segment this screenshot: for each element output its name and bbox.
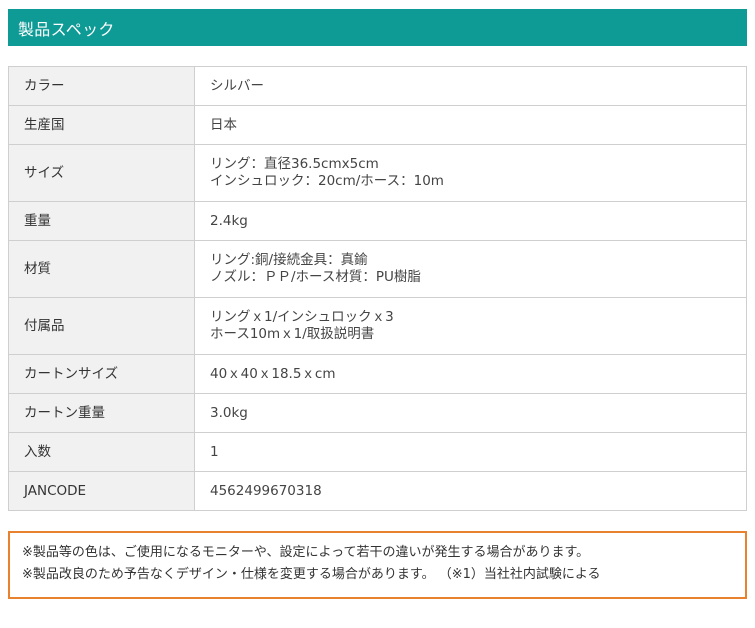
notice-line: ※製品等の色は、ご使用になるモニターや、設定によって若干の違いが発生する場合があ…	[22, 545, 590, 560]
table-row: カラー シルバー	[8, 66, 747, 106]
spec-value-line: ノズル：ＰＰ/ホース材質：PU樹脂	[210, 269, 421, 285]
spec-value-line: 4562499670318	[210, 482, 322, 499]
spec-value-line: リングｘ1/インシュロックｘ3	[210, 309, 394, 325]
spec-value: 1	[194, 432, 747, 472]
spec-label: JANCODE	[8, 471, 195, 511]
spec-label: 材質	[8, 240, 195, 298]
notice-line: ※製品改良のため予告なくデザイン・仕様を変更する場合があります。 （※1）当社社…	[22, 567, 601, 582]
spec-label: 入数	[8, 432, 195, 472]
spec-value-line: リング：直径36.5cmx5cm	[210, 156, 379, 172]
spec-value-line: 2.4kg	[210, 212, 248, 229]
spec-value-line: 3.0kg	[210, 404, 248, 421]
spec-value: 40ｘ40ｘ18.5ｘcm	[194, 354, 747, 394]
spec-value: 日本	[194, 105, 747, 145]
spec-value-line: シルバー	[210, 77, 264, 94]
table-row: 入数 1	[8, 432, 747, 472]
spec-label: カラー	[8, 66, 195, 106]
table-row: 重量 2.4kg	[8, 201, 747, 241]
table-row: 生産国 日本	[8, 105, 747, 145]
spec-label: 重量	[8, 201, 195, 241]
spec-value-line: 40ｘ40ｘ18.5ｘcm	[210, 365, 336, 382]
spec-value: シルバー	[194, 66, 747, 106]
spec-value-line: 日本	[210, 116, 237, 133]
spec-value: 3.0kg	[194, 393, 747, 433]
spec-value-line: 1	[210, 443, 219, 460]
spec-value: リング:銅/接続金具：真鍮 ノズル：ＰＰ/ホース材質：PU樹脂	[194, 240, 747, 298]
spec-value-line: ホース10mｘ1/取扱説明書	[210, 326, 375, 342]
spec-label: サイズ	[8, 144, 195, 202]
spec-label: 生産国	[8, 105, 195, 145]
notice-box: ※製品等の色は、ご使用になるモニターや、設定によって若干の違いが発生する場合があ…	[8, 531, 747, 599]
spec-value: 4562499670318	[194, 471, 747, 511]
spec-value-line: リング:銅/接続金具：真鍮	[210, 252, 368, 268]
table-row: JANCODE 4562499670318	[8, 471, 747, 511]
section-title: 製品スペック	[18, 19, 115, 39]
section-header: 製品スペック	[8, 9, 747, 46]
spec-label: カートン重量	[8, 393, 195, 433]
table-row: カートン重量 3.0kg	[8, 393, 747, 433]
spec-label: カートンサイズ	[8, 354, 195, 394]
table-row: カートンサイズ 40ｘ40ｘ18.5ｘcm	[8, 354, 747, 394]
spec-value: 2.4kg	[194, 201, 747, 241]
spec-label: 付属品	[8, 297, 195, 355]
spec-table: カラー シルバー 生産国 日本 サイズ リング：直径36.5cmx5cm インシ…	[8, 66, 747, 511]
table-row: サイズ リング：直径36.5cmx5cm インシュロック：20cm/ホース：10…	[8, 144, 747, 202]
table-row: 付属品 リングｘ1/インシュロックｘ3 ホース10mｘ1/取扱説明書	[8, 297, 747, 355]
spec-value: リング：直径36.5cmx5cm インシュロック：20cm/ホース：10m	[194, 144, 747, 202]
spec-value: リングｘ1/インシュロックｘ3 ホース10mｘ1/取扱説明書	[194, 297, 747, 355]
spec-value-line: インシュロック：20cm/ホース：10m	[210, 173, 444, 189]
table-row: 材質 リング:銅/接続金具：真鍮 ノズル：ＰＰ/ホース材質：PU樹脂	[8, 240, 747, 298]
